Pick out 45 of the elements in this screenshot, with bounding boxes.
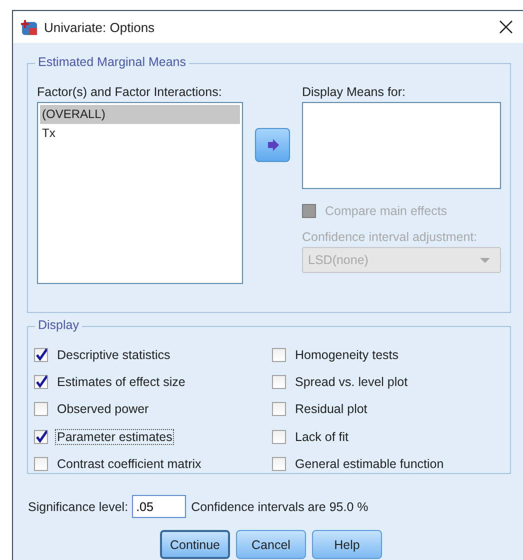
caret-down-icon bbox=[480, 258, 490, 263]
checkbox[interactable] bbox=[272, 348, 286, 362]
dialog-button[interactable]: Cancel bbox=[236, 530, 306, 559]
checkbox[interactable] bbox=[272, 402, 286, 416]
display-means-list[interactable] bbox=[302, 102, 501, 189]
checkbox-label: Compare main effects bbox=[324, 202, 448, 219]
list-item[interactable]: (OVERALL) bbox=[40, 105, 240, 124]
group-title: Estimated Marginal Means bbox=[35, 55, 189, 69]
close-icon bbox=[499, 20, 513, 34]
checkmark-icon bbox=[35, 430, 47, 444]
checkbox[interactable] bbox=[34, 348, 48, 362]
checkbox[interactable] bbox=[34, 456, 48, 471]
field-label: Factor(s) and Factor Interactions: bbox=[37, 85, 223, 101]
checkbox[interactable] bbox=[272, 374, 286, 389]
checkbox-label: Parameter estimates bbox=[55, 428, 174, 445]
field-label: Confidence interval adjustment: bbox=[302, 230, 478, 246]
checkbox[interactable] bbox=[272, 456, 286, 471]
field-label: Significance level: bbox=[28, 500, 128, 514]
checkbox[interactable] bbox=[272, 430, 286, 444]
checkbox-label: Observed power bbox=[56, 401, 150, 418]
checkbox-label: Lack of fit bbox=[294, 428, 350, 445]
list-item[interactable]: Tx bbox=[40, 124, 240, 143]
checkbox-label: General estimable function bbox=[294, 456, 445, 472]
checkbox-label: Spread vs. level plot bbox=[294, 374, 409, 390]
dialog-button[interactable]: Help bbox=[312, 530, 382, 559]
move-button[interactable] bbox=[255, 128, 290, 162]
checkbox[interactable] bbox=[34, 374, 48, 389]
checkbox-label: Homogeneity tests bbox=[294, 346, 400, 363]
checkbox[interactable] bbox=[34, 430, 48, 444]
checkbox-label: Descriptive statistics bbox=[56, 346, 172, 363]
checkbox[interactable] bbox=[34, 402, 48, 416]
dialog-button[interactable]: Continue bbox=[160, 530, 230, 559]
arrow-right-icon bbox=[266, 139, 280, 151]
field-label: Display Means for: bbox=[302, 85, 407, 101]
significance-field[interactable]: .05 bbox=[132, 495, 186, 518]
checkbox-label: Residual plot bbox=[294, 401, 368, 418]
group-title: Display bbox=[35, 318, 82, 332]
checkbox-label: Estimates of effect size bbox=[56, 374, 186, 390]
checkmark-icon bbox=[35, 348, 47, 362]
confidence-note: Confidence intervals are 95.0 % bbox=[191, 500, 368, 514]
checkmark-icon bbox=[35, 375, 47, 388]
app-icon bbox=[21, 18, 38, 36]
checkbox-label: Contrast coefficient matrix bbox=[56, 456, 202, 472]
window-title: Univariate: Options bbox=[44, 20, 156, 34]
factor-list[interactable]: (OVERALL) Tx bbox=[37, 102, 244, 284]
